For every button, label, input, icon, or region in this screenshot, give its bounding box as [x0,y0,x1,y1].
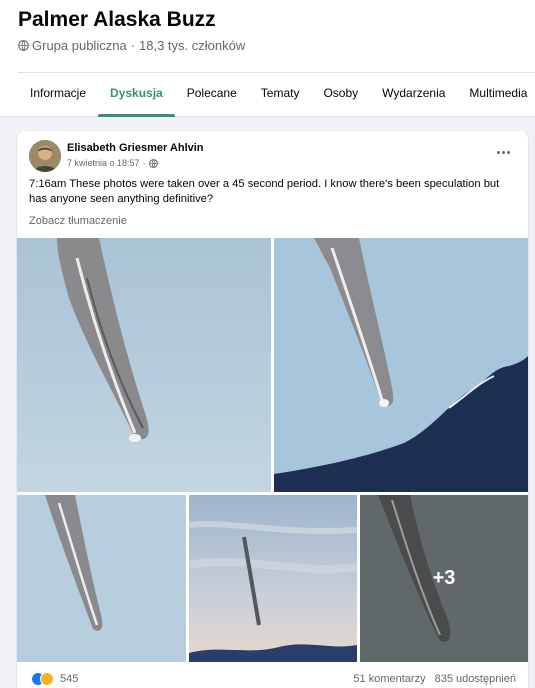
group-header: Palmer Alaska Buzz Grupa publiczna · 18,… [0,0,535,117]
reaction-count: 545 [60,673,79,685]
tab-informacje[interactable]: Informacje [18,72,98,117]
meta-separator: · [142,158,146,168]
post-photo-5[interactable]: +3 [360,495,528,662]
tab-tematy[interactable]: Tematy [249,72,312,117]
post-date[interactable]: 7 kwietnia o 18:57 [67,158,140,168]
post-options-button[interactable] [492,145,514,159]
meta-separator: · [130,38,136,53]
wow-reaction-icon [40,672,54,686]
shares-count[interactable]: 835 udostępnień [435,673,516,685]
tab-dyskusja[interactable]: Dyskusja [98,72,175,117]
group-privacy: Grupa publiczna [32,38,127,53]
post-author[interactable]: Elisabeth Griesmer Ahlvin [67,142,204,154]
post-photo-2[interactable] [274,238,528,492]
comments-count[interactable]: 51 komentarzy [353,673,425,685]
globe-icon [18,40,29,51]
tab-wydarzenia[interactable]: Wydarzenia [370,72,457,117]
group-title[interactable]: Palmer Alaska Buzz [18,8,216,32]
see-translation-link[interactable]: Zobacz tłumaczenie [29,215,127,227]
post-photo-1[interactable] [17,238,271,492]
dot-icon [496,150,500,154]
more-photos-overlay[interactable]: +3 [360,495,528,662]
reactions-summary[interactable]: 545 [31,672,78,686]
group-meta: Grupa publiczna · 18,3 tys. członków [18,38,245,53]
post-photo-4[interactable] [189,495,357,662]
dot-icon [501,150,505,154]
group-members[interactable]: 18,3 tys. członków [139,38,245,53]
group-tabs: Informacje Dyskusja Polecane Tematy Osob… [18,72,535,117]
post-photo-3[interactable] [17,495,186,662]
author-avatar[interactable] [29,140,61,172]
post-text: 7:16am These photos were taken over a 45… [29,178,500,205]
globe-icon [148,158,158,168]
tab-polecane[interactable]: Polecane [175,72,249,117]
post-card: Elisabeth Griesmer Ahlvin 7 kwietnia o 1… [17,131,528,688]
post-meta: 7 kwietnia o 18:57 · [67,158,158,168]
dot-icon [506,150,510,154]
tab-multimedia[interactable]: Multimedia [457,72,535,117]
post-stats: 51 komentarzy 835 udostępnień [353,673,516,685]
tab-osoby[interactable]: Osoby [311,72,370,117]
